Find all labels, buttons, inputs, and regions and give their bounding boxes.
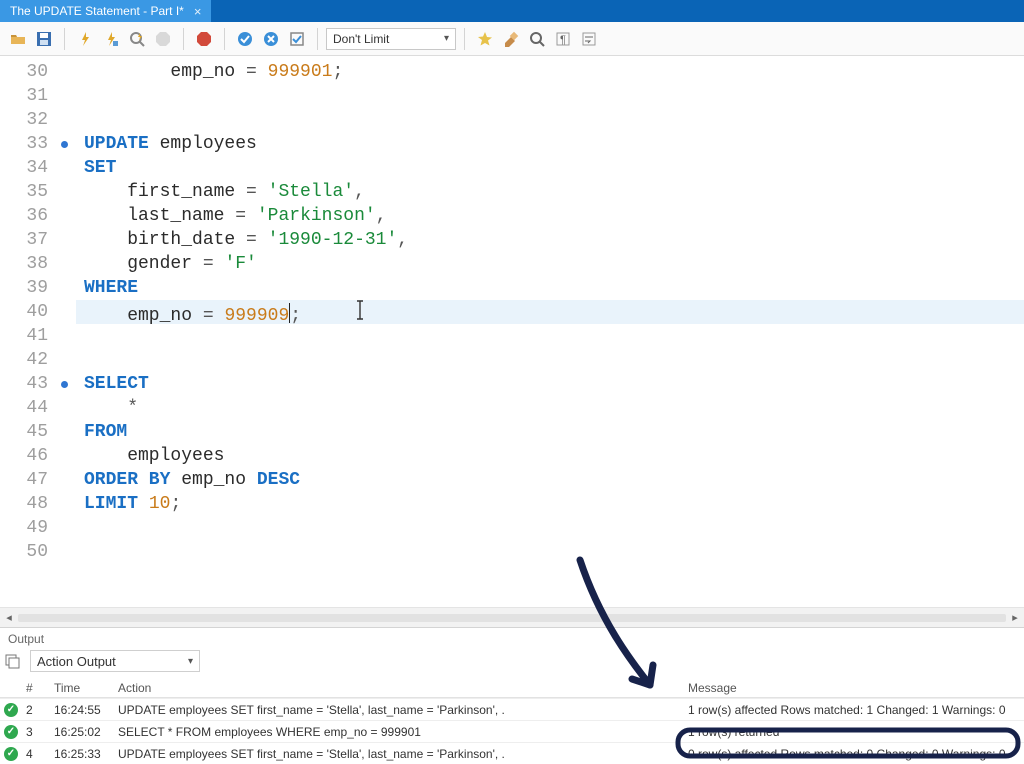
tab-title: The UPDATE Statement - Part I* — [10, 4, 184, 18]
output-title: Output — [0, 627, 1024, 648]
output-type-label: Action Output — [37, 654, 116, 669]
row-limit-dropdown[interactable]: Don't Limit ▾ — [326, 28, 456, 50]
execute-current-button[interactable] — [99, 27, 123, 51]
chevron-down-icon: ▾ — [188, 656, 193, 667]
autocommit-toggle[interactable] — [285, 27, 309, 51]
stop-script-button[interactable] — [192, 27, 216, 51]
output-header-row: # Time Action Message — [0, 678, 1024, 698]
search-button[interactable] — [525, 27, 549, 51]
scroll-right-icon[interactable]: ▸ — [1006, 611, 1024, 624]
output-row[interactable]: ✓216:24:55UPDATE employees SET first_nam… — [0, 698, 1024, 720]
row-limit-label: Don't Limit — [333, 32, 389, 46]
execute-button[interactable] — [73, 27, 97, 51]
rollback-button[interactable] — [259, 27, 283, 51]
col-message: Message — [684, 681, 1024, 695]
output-panel-header: Action Output ▾ — [0, 648, 1024, 678]
stop-button[interactable] — [151, 27, 175, 51]
col-num: # — [22, 681, 50, 695]
output-views-icon[interactable] — [4, 653, 20, 669]
success-icon: ✓ — [4, 747, 18, 761]
close-icon[interactable]: × — [194, 4, 202, 19]
success-icon: ✓ — [4, 703, 18, 717]
chevron-down-icon: ▾ — [444, 33, 449, 44]
toggle-whitespace-button[interactable]: ¶ — [551, 27, 575, 51]
sql-editor[interactable]: 3031323334353637383940414243444546474849… — [0, 56, 1024, 607]
success-icon: ✓ — [4, 725, 18, 739]
wrap-button[interactable] — [577, 27, 601, 51]
output-row[interactable]: ✓416:25:33UPDATE employees SET first_nam… — [0, 742, 1024, 764]
scroll-track[interactable] — [18, 614, 1006, 622]
editor-gutter: 3031323334353637383940414243444546474849… — [0, 56, 76, 607]
col-time: Time — [50, 681, 114, 695]
svg-text:¶: ¶ — [560, 34, 566, 46]
scroll-left-icon[interactable]: ◂ — [0, 611, 18, 624]
output-row[interactable]: ✓316:25:02SELECT * FROM employees WHERE … — [0, 720, 1024, 742]
output-type-dropdown[interactable]: Action Output ▾ — [30, 650, 200, 672]
col-action: Action — [114, 681, 684, 695]
tab-bar: The UPDATE Statement - Part I* × — [0, 0, 1024, 22]
beautify-button[interactable] — [473, 27, 497, 51]
clear-button[interactable] — [499, 27, 523, 51]
text-cursor-icon — [355, 304, 365, 324]
output-table: # Time Action Message ✓216:24:55UPDATE e… — [0, 678, 1024, 764]
save-button[interactable] — [32, 27, 56, 51]
tab-update-statement[interactable]: The UPDATE Statement - Part I* × — [0, 0, 211, 22]
explain-button[interactable] — [125, 27, 149, 51]
toolbar: Don't Limit ▾ ¶ — [0, 22, 1024, 56]
horizontal-scrollbar[interactable]: ◂ ▸ — [0, 607, 1024, 627]
commit-button[interactable] — [233, 27, 257, 51]
editor-code[interactable]: emp_no = 999901;UPDATE employeesSET firs… — [76, 56, 1024, 607]
open-file-button[interactable] — [6, 27, 30, 51]
